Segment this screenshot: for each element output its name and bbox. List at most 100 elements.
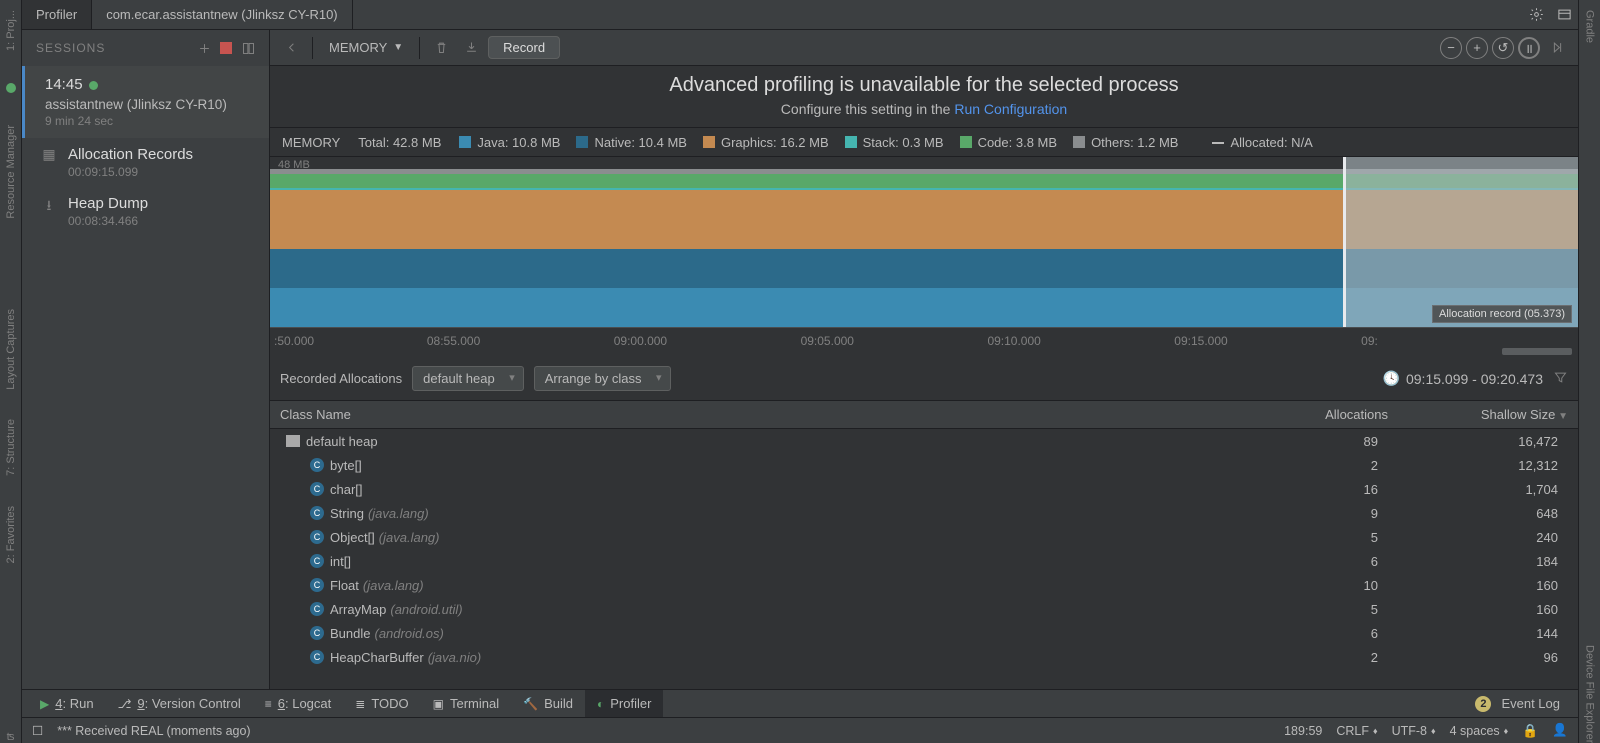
class-icon: C xyxy=(310,650,324,664)
status-encoding[interactable]: UTF-8 ♦ xyxy=(1392,724,1436,738)
rail-resource-manager[interactable]: Resource Manager xyxy=(5,125,17,219)
status-message: *** Received REAL (moments ago) xyxy=(57,724,250,738)
table-row[interactable]: CBundle(android.os)6144 xyxy=(270,621,1578,645)
artifact-heap-dump[interactable]: ⭳ Heap Dump 00:08:34.466 xyxy=(22,187,269,236)
status-bar: ☐ *** Received REAL (moments ago) 189:59… xyxy=(22,717,1578,743)
status-window-icon[interactable]: ☐ xyxy=(32,723,43,738)
status-indent[interactable]: 4 spaces ♦ xyxy=(1450,724,1509,738)
legend-java: Java: 10.8 MB xyxy=(459,135,560,150)
android-icon xyxy=(4,81,18,95)
table-row[interactable]: CHeapCharBuffer(java.nio)296 xyxy=(270,645,1578,669)
legend-graphics: Graphics: 16.2 MB xyxy=(703,135,829,150)
hide-panel-icon[interactable] xyxy=(1550,0,1578,29)
btab-profiler[interactable]: ◐Profiler xyxy=(585,690,663,717)
table-row[interactable]: CArrayMap(android.util)5160 xyxy=(270,597,1578,621)
lock-icon[interactable]: 🔒 xyxy=(1522,723,1538,739)
table-row[interactable]: Cchar[]161,704 xyxy=(270,477,1578,501)
selection-tooltip: Allocation record (05.373) xyxy=(1432,305,1572,323)
advanced-profiling-banner: Advanced profiling is unavailable for th… xyxy=(270,66,1578,127)
memory-chart[interactable]: 48 MB 32 16 Allocation record (05.373) :… xyxy=(270,157,1578,357)
rail-favorites[interactable]: 2: Favorites xyxy=(5,506,17,563)
rail-device-explorer[interactable]: Device File Explorer xyxy=(1584,645,1596,743)
arrange-dropdown[interactable]: Arrange by class xyxy=(534,366,671,391)
reset-zoom-button[interactable]: ↺ xyxy=(1492,37,1514,59)
btab-run[interactable]: ▶4: 4: RunRun xyxy=(28,690,106,717)
timeline-scrollbar[interactable] xyxy=(1502,348,1572,355)
inspector-icon[interactable]: 👤 xyxy=(1552,723,1568,738)
class-icon: C xyxy=(310,506,324,520)
status-caret-pos[interactable]: 189:59 xyxy=(1284,724,1322,738)
btab-build[interactable]: 🔨Build xyxy=(511,690,585,717)
view-selector[interactable]: MEMORY▼ xyxy=(321,40,411,55)
tab-process[interactable]: com.ecar.assistantnew (Jlinksz CY-R10) xyxy=(92,0,352,29)
record-button[interactable]: Record xyxy=(488,36,560,59)
profiler-panel: MEMORY▼ Record − + ↺ ॥ Advanced profilin… xyxy=(270,30,1578,689)
btab-logcat[interactable]: ≡6: Logcat xyxy=(253,690,344,717)
table-row[interactable]: Cbyte[]212,312 xyxy=(270,453,1578,477)
class-icon: C xyxy=(310,626,324,640)
banner-title: Advanced profiling is unavailable for th… xyxy=(270,74,1578,97)
th-allocations[interactable]: Allocations xyxy=(1228,401,1398,428)
artifact-allocation-records[interactable]: ▦ Allocation Records 00:09:15.099 xyxy=(22,138,269,187)
memory-legend: MEMORY Total: 42.8 MB Java: 10.8 MBNativ… xyxy=(270,127,1578,157)
settings-gear-icon[interactable] xyxy=(1522,0,1550,29)
add-session-icon[interactable] xyxy=(193,37,215,59)
legend-total: Total: 42.8 MB xyxy=(358,135,441,150)
stop-session-icon[interactable] xyxy=(215,37,237,59)
session-item[interactable]: 14:45 assistantnew (Jlinksz CY-R10) 9 mi… xyxy=(22,66,269,138)
rail-project[interactable]: 1: Proj... xyxy=(5,10,17,51)
btab-vcs[interactable]: ⎇9: Version Control xyxy=(106,690,253,717)
session-name: assistantnew (Jlinksz CY-R10) xyxy=(45,97,259,112)
table-row[interactable]: CFloat(java.lang)10160 xyxy=(270,573,1578,597)
legend-title: MEMORY xyxy=(282,135,340,150)
profiler-toolbar: MEMORY▼ Record − + ↺ ॥ xyxy=(270,30,1578,66)
layout-icon[interactable] xyxy=(237,37,259,59)
allocations-table: Class Name Allocations Shallow Size defa… xyxy=(270,401,1578,689)
class-icon: C xyxy=(310,602,324,616)
table-row-root[interactable]: default heap8916,472 xyxy=(270,429,1578,453)
profiler-tabbar: Profiler com.ecar.assistantnew (Jlinksz … xyxy=(22,0,1578,30)
rail-gradle[interactable]: Gradle xyxy=(1584,10,1596,43)
go-live-button[interactable] xyxy=(1544,35,1570,61)
banner-subtitle: Configure this setting in the xyxy=(781,101,955,117)
selection-region[interactable]: Allocation record (05.373) xyxy=(1343,157,1578,327)
btab-terminal[interactable]: ▣Terminal xyxy=(421,690,511,717)
trash-button[interactable] xyxy=(428,35,454,61)
artifact-time: 00:08:34.466 xyxy=(68,214,148,228)
table-row[interactable]: CString(java.lang)9648 xyxy=(270,501,1578,525)
dump-heap-button[interactable] xyxy=(458,35,484,61)
run-config-link[interactable]: Run Configuration xyxy=(954,101,1067,117)
bottom-tool-tabs: ▶4: 4: RunRun ⎇9: Version Control ≡6: Lo… xyxy=(22,689,1578,717)
legend-allocated: Allocated: N/A xyxy=(1230,135,1312,150)
filter-label: Recorded Allocations xyxy=(280,371,402,386)
class-icon: C xyxy=(310,458,324,472)
btab-event-log[interactable]: 2Event Log xyxy=(1463,690,1572,717)
pause-button[interactable]: ॥ xyxy=(1518,37,1540,59)
session-duration: 9 min 24 sec xyxy=(45,114,259,128)
session-time: 14:45 xyxy=(45,76,83,93)
time-axis: :50.00008:55.00009:00.00009:05.00009:10.… xyxy=(270,327,1578,357)
legend-code: Code: 3.8 MB xyxy=(960,135,1058,150)
zoom-in-button[interactable]: + xyxy=(1466,37,1488,59)
legend-others: Others: 1.2 MB xyxy=(1073,135,1178,150)
allocation-icon: ▦ xyxy=(40,146,58,163)
heap-dropdown[interactable]: default heap xyxy=(412,366,524,391)
class-icon: C xyxy=(310,554,324,568)
table-row[interactable]: Cint[]6184 xyxy=(270,549,1578,573)
tab-profiler[interactable]: Profiler xyxy=(22,0,92,29)
dash-icon xyxy=(1212,142,1224,144)
back-button[interactable] xyxy=(278,35,304,61)
filter-icon[interactable] xyxy=(1553,370,1568,388)
th-shallow-size[interactable]: Shallow Size xyxy=(1398,401,1578,428)
allocations-filter-bar: Recorded Allocations default heap Arrang… xyxy=(270,357,1578,401)
artifact-title: Allocation Records xyxy=(68,146,193,163)
th-class-name[interactable]: Class Name xyxy=(270,401,1228,428)
rail-captures[interactable]: Layout Captures xyxy=(5,309,17,390)
table-row[interactable]: CObject[](java.lang)5240 xyxy=(270,525,1578,549)
zoom-out-button[interactable]: − xyxy=(1440,37,1462,59)
rail-structure[interactable]: 7: Structure xyxy=(5,419,17,476)
time-range: 09:15.099 - 09:20.473 xyxy=(1406,371,1543,387)
btab-todo[interactable]: ≣TODO xyxy=(343,690,420,717)
status-eol[interactable]: CRLF ♦ xyxy=(1336,724,1377,738)
class-icon: C xyxy=(310,530,324,544)
